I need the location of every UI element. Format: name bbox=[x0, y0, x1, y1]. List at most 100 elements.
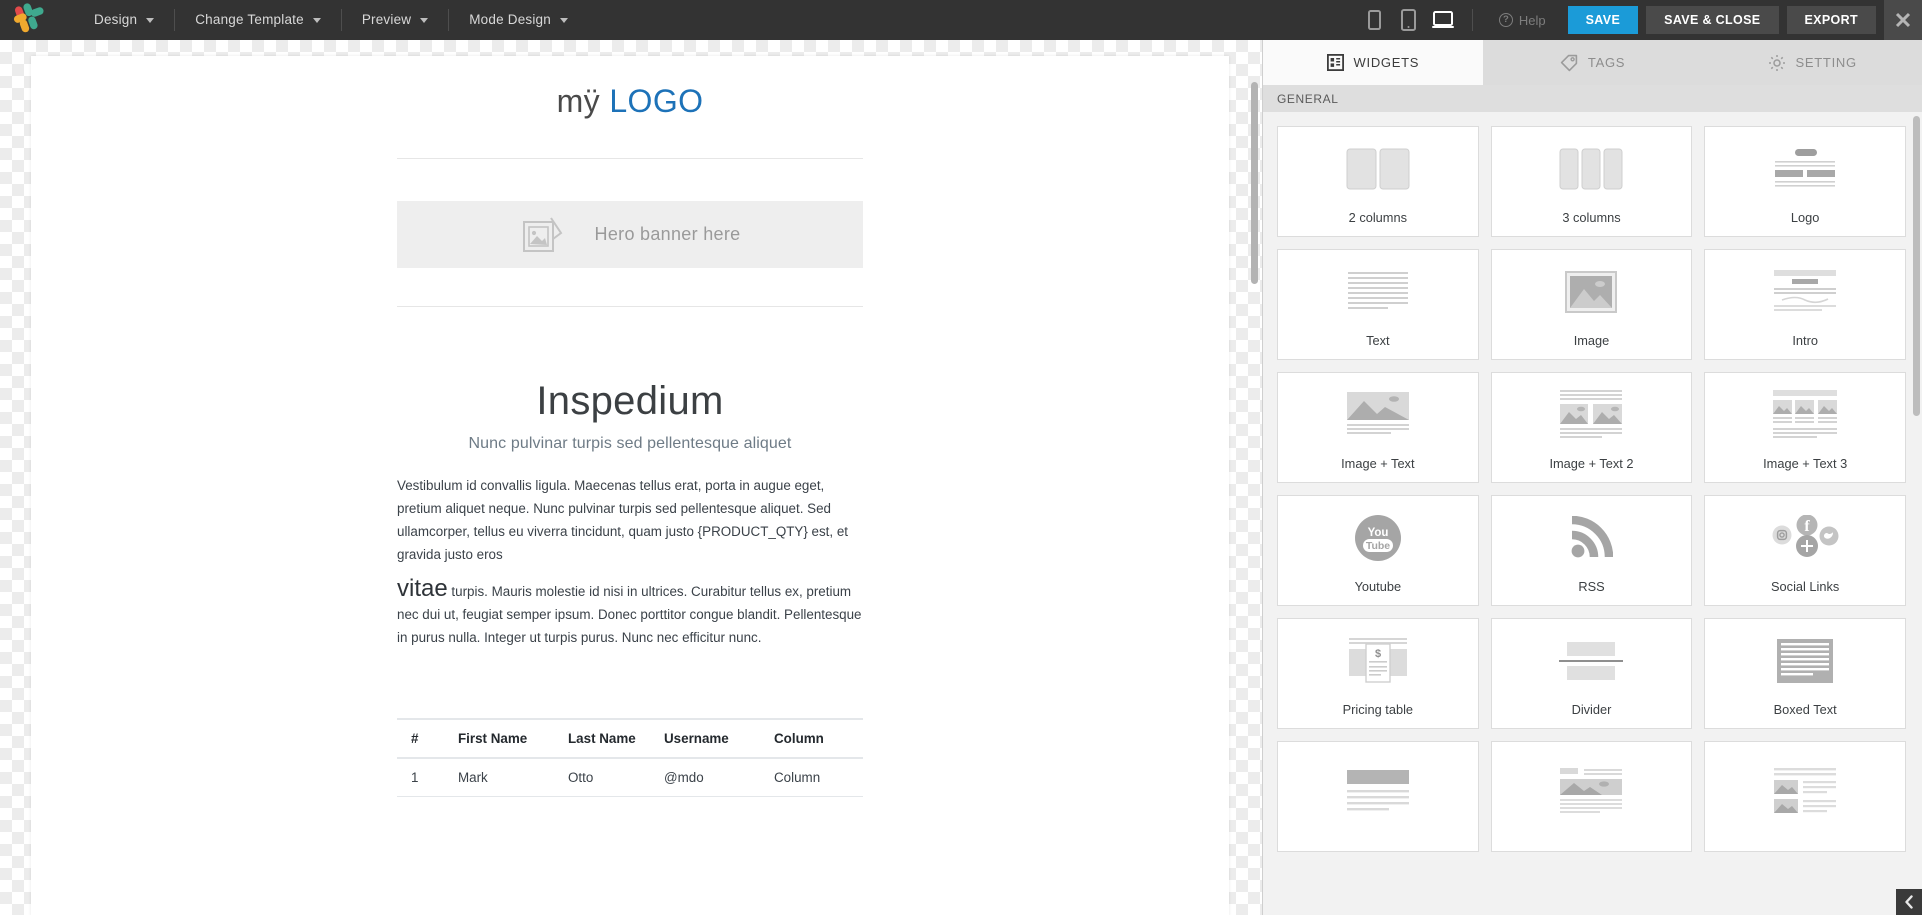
widget-label: Text bbox=[1366, 333, 1390, 348]
widget-label: Image + Text 2 bbox=[1549, 456, 1634, 471]
tab-setting-label: SETTING bbox=[1795, 55, 1857, 70]
widget-icon-wrap bbox=[1705, 619, 1905, 702]
widget-image-list[interactable] bbox=[1704, 741, 1906, 852]
widget-icon-wrap bbox=[1705, 127, 1905, 210]
chevron-down-icon bbox=[420, 17, 429, 23]
widgets-grid-icon bbox=[1326, 54, 1344, 71]
mobile-view-button[interactable] bbox=[1358, 0, 1392, 40]
widget-image-text[interactable]: Image + Text bbox=[1277, 372, 1479, 483]
widget-rss[interactable]: RSS bbox=[1490, 495, 1693, 606]
widget-icon-wrap bbox=[1705, 373, 1905, 456]
menu-change-template[interactable]: Change Template bbox=[175, 0, 341, 40]
email-page-preview[interactable]: mÿ LOGO Hero banner here Inspedium Nunc … bbox=[31, 56, 1229, 915]
widgets-list[interactable]: 2 columns 3 columns Logo Text Image Intr… bbox=[1263, 112, 1922, 915]
hero-banner-block[interactable]: Hero banner here bbox=[397, 201, 863, 268]
tab-widgets[interactable]: WIDGETS bbox=[1263, 40, 1483, 85]
collapse-panel-button[interactable] bbox=[1896, 889, 1922, 915]
widget-icon-wrap bbox=[1278, 250, 1478, 333]
table-cell-column: Column bbox=[761, 758, 863, 797]
document-paragraph-1[interactable]: Vestibulum id convallis ligula. Maecenas… bbox=[397, 474, 863, 566]
gear-icon bbox=[1768, 54, 1785, 71]
widget-label: 2 columns bbox=[1348, 210, 1407, 225]
table-header-column: Column bbox=[761, 718, 863, 759]
menu-preview[interactable]: Preview bbox=[342, 0, 448, 40]
widget-divider[interactable]: Divider bbox=[1490, 618, 1693, 729]
document-paragraph-2[interactable]: vitae turpis. Mauris molestie id nisi in… bbox=[397, 577, 863, 649]
widget-boxed-text[interactable]: Boxed Text bbox=[1704, 618, 1906, 729]
right-panel: WIDGETS TAGS SETTING GENERAL 2 columns 3… bbox=[1262, 40, 1922, 915]
three-columns-icon bbox=[1559, 148, 1623, 189]
table-header-username: Username bbox=[651, 718, 761, 759]
close-icon bbox=[1895, 12, 1911, 28]
desktop-view-button[interactable] bbox=[1426, 0, 1460, 40]
widget-youtube[interactable]: You Tube Youtube bbox=[1277, 495, 1479, 606]
widget-intro[interactable]: Intro bbox=[1704, 249, 1906, 360]
widget-3-columns[interactable]: 3 columns bbox=[1490, 126, 1693, 237]
table-header-first-name: First Name bbox=[445, 718, 555, 759]
hero-banner-label: Hero banner here bbox=[594, 224, 741, 244]
widget-icon-wrap bbox=[1278, 742, 1478, 840]
document-table[interactable]: # First Name Last Name Username Column 1… bbox=[397, 718, 863, 797]
widget-image[interactable]: Image bbox=[1490, 249, 1693, 360]
pricing-table-icon: $ bbox=[1348, 637, 1407, 683]
tablet-view-button[interactable] bbox=[1392, 0, 1426, 40]
image-text-2-icon bbox=[1560, 389, 1623, 438]
table-header-last-name: Last Name bbox=[555, 718, 651, 759]
table-header-row: # First Name Last Name Username Column bbox=[397, 718, 863, 759]
brand-logo[interactable] bbox=[12, 0, 56, 40]
tab-tags[interactable]: TAGS bbox=[1483, 40, 1703, 85]
table-cell-username: @mdo bbox=[651, 758, 761, 797]
image-text-icon bbox=[1346, 391, 1409, 434]
widget-icon-wrap bbox=[1278, 127, 1478, 210]
panel-scrollbar-thumb[interactable] bbox=[1913, 116, 1920, 416]
image-list-icon bbox=[1774, 768, 1837, 813]
document-title[interactable]: Inspedium bbox=[397, 379, 863, 424]
menu-design-label: Design bbox=[94, 12, 138, 27]
table-cell-index: 1 bbox=[397, 758, 445, 797]
tablet-view-icon bbox=[1401, 9, 1417, 31]
save-and-close-button[interactable]: SAVE & CLOSE bbox=[1646, 6, 1779, 34]
widget-text[interactable]: Text bbox=[1277, 249, 1479, 360]
export-button[interactable]: EXPORT bbox=[1786, 6, 1876, 34]
tab-widgets-label: WIDGETS bbox=[1353, 55, 1420, 70]
image-icon bbox=[1565, 270, 1618, 313]
widget-icon-wrap bbox=[1492, 742, 1692, 840]
widget-2-columns[interactable]: 2 columns bbox=[1277, 126, 1479, 237]
menu-mode-design[interactable]: Mode Design bbox=[449, 0, 588, 40]
tab-setting[interactable]: SETTING bbox=[1702, 40, 1922, 85]
widget-label: Boxed Text bbox=[1773, 702, 1837, 717]
canvas-scrollbar-thumb[interactable] bbox=[1251, 82, 1258, 284]
save-button[interactable]: SAVE bbox=[1567, 6, 1639, 34]
widget-image-text-2[interactable]: Image + Text 2 bbox=[1490, 372, 1693, 483]
widgets-grid: 2 columns 3 columns Logo Text Image Intr… bbox=[1263, 112, 1922, 866]
widget-label: Pricing table bbox=[1342, 702, 1414, 717]
document-column: mÿ LOGO Hero banner here Inspedium Nunc … bbox=[397, 56, 863, 797]
widget-icon-wrap bbox=[1492, 373, 1692, 456]
logo-text-my: mÿ bbox=[556, 83, 610, 119]
mobile-view-icon bbox=[1368, 10, 1382, 30]
canvas-scrollbar[interactable] bbox=[1251, 82, 1258, 915]
image-text-3-icon bbox=[1773, 389, 1838, 438]
document-logo[interactable]: mÿ LOGO bbox=[397, 56, 863, 120]
design-canvas-workspace[interactable]: mÿ LOGO Hero banner here Inspedium Nunc … bbox=[0, 40, 1262, 915]
widget-image-caption[interactable] bbox=[1490, 741, 1693, 852]
widget-pricing-table[interactable]: $ Pricing table bbox=[1277, 618, 1479, 729]
widget-label: Image bbox=[1573, 333, 1610, 348]
logo-text-logo: LOGO bbox=[609, 83, 704, 119]
divider-top bbox=[397, 158, 863, 159]
widget-social-links[interactable]: f Social Links bbox=[1704, 495, 1906, 606]
help-button[interactable]: ? Help bbox=[1485, 13, 1560, 28]
logo-block-icon bbox=[1775, 148, 1836, 187]
document-subtitle[interactable]: Nunc pulvinar turpis sed pellentesque al… bbox=[397, 435, 863, 453]
panel-scrollbar[interactable] bbox=[1913, 116, 1920, 876]
menu-design[interactable]: Design bbox=[74, 0, 174, 40]
toolbar-divider bbox=[1471, 9, 1473, 31]
widget-image-text-3[interactable]: Image + Text 3 bbox=[1704, 372, 1906, 483]
chevron-down-icon bbox=[146, 17, 155, 23]
chevron-left-icon bbox=[1905, 895, 1913, 909]
widget-heading-text[interactable] bbox=[1277, 741, 1479, 852]
table-header-index: # bbox=[397, 718, 445, 759]
close-button[interactable] bbox=[1884, 0, 1922, 40]
widget-logo[interactable]: Logo bbox=[1704, 126, 1906, 237]
widget-icon-wrap: You Tube bbox=[1278, 496, 1478, 579]
